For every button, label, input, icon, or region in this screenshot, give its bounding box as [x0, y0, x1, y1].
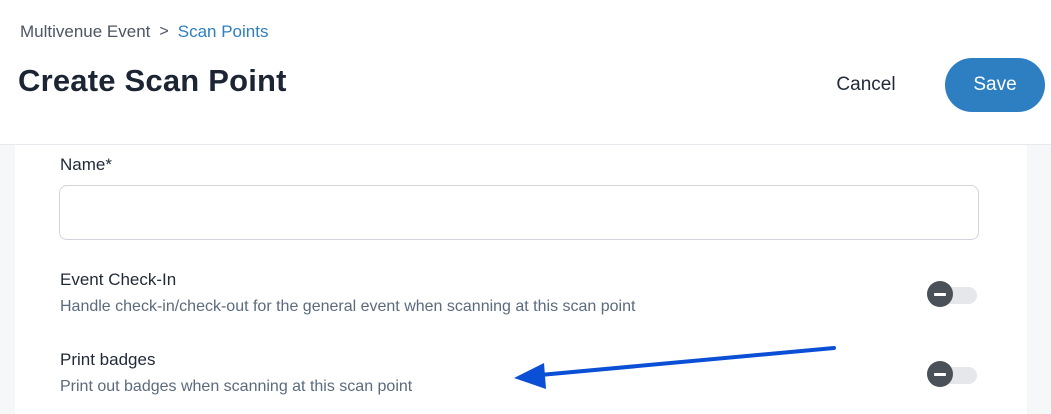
event-check-in-description: Handle check-in/check-out for the genera… [60, 298, 636, 315]
print-badges-toggle[interactable] [927, 361, 977, 387]
save-button[interactable]: Save [945, 58, 1045, 112]
form-card: Name* Event Check-In Handle check-in/che… [15, 145, 1027, 414]
cancel-button[interactable]: Cancel [818, 62, 914, 108]
breadcrumb-current-link[interactable]: Scan Points [178, 22, 269, 42]
page-header: Multivenue Event > Scan Points Create Sc… [0, 0, 1051, 145]
breadcrumb-parent-link[interactable]: Multivenue Event [20, 22, 150, 42]
name-field-label: Name* [60, 155, 112, 174]
page-title: Create Scan Point [18, 63, 287, 98]
toggle-knob [927, 281, 953, 307]
print-badges-description: Print out badges when scanning at this s… [60, 378, 413, 395]
print-badges-title: Print badges [60, 350, 156, 369]
event-check-in-title: Event Check-In [60, 270, 177, 289]
form-area: Name* Event Check-In Handle check-in/che… [0, 145, 1051, 414]
breadcrumb-separator-icon: > [159, 23, 169, 40]
name-input[interactable] [59, 185, 979, 240]
breadcrumb: Multivenue Event > Scan Points [20, 22, 268, 42]
event-check-in-toggle[interactable] [927, 281, 977, 307]
minus-icon [934, 292, 946, 296]
toggle-knob [927, 361, 953, 387]
minus-icon [934, 372, 946, 376]
